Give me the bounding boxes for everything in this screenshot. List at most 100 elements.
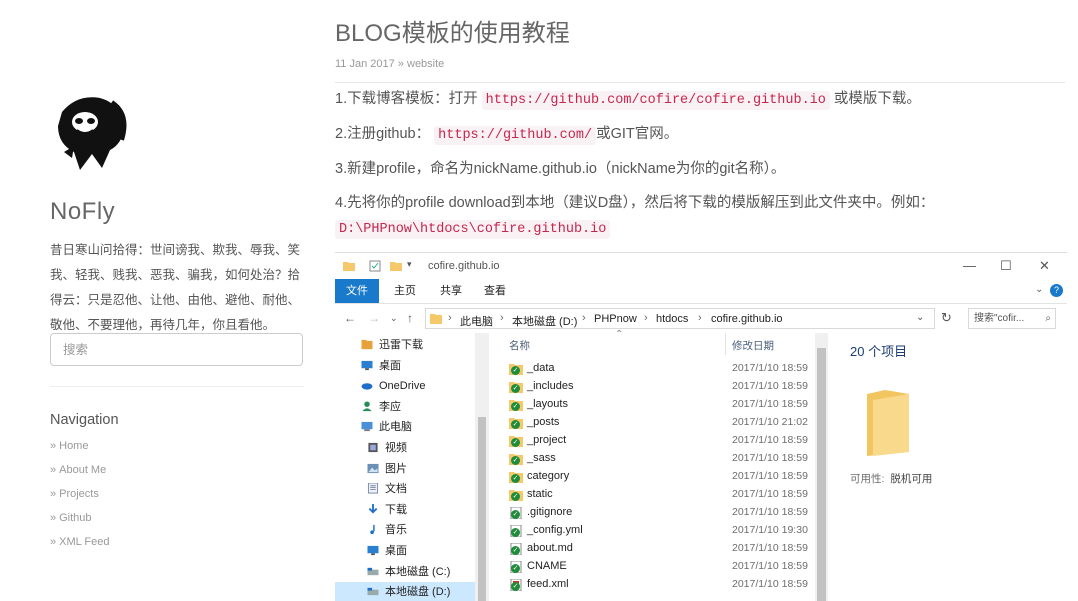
file-row[interactable]: ✓ static 2017/1/10 18:59 bbox=[503, 486, 823, 504]
column-date-modified[interactable]: 修改日期 bbox=[732, 338, 774, 353]
file-row[interactable]: ✓ category 2017/1/10 18:59 bbox=[503, 468, 823, 486]
file-date: 2017/1/10 18:59 bbox=[732, 578, 808, 590]
drive-icon bbox=[367, 588, 379, 596]
ribbon-tabs: 文件 主页 共享 查看 ⌄ ? bbox=[335, 279, 1067, 304]
sync-status-icon: ✓ bbox=[511, 420, 520, 429]
nav-pane-item[interactable]: 桌面 bbox=[335, 356, 485, 376]
breadcrumb-drive-d[interactable]: 本地磁盘 (D:) bbox=[512, 313, 577, 329]
nav-item-projects[interactable]: » Projects bbox=[50, 485, 109, 509]
paragraph-text: 2.注册github： bbox=[335, 126, 431, 142]
paragraph-1: 1.下载博客模板：打开 https://github.com/cofire/co… bbox=[335, 87, 965, 113]
nav-pane-item[interactable]: 文档 bbox=[335, 479, 485, 499]
close-button[interactable]: ✕ bbox=[1039, 258, 1050, 274]
thunder-folder-icon bbox=[361, 339, 373, 350]
nav-pane-item[interactable]: 本地磁盘 (D:) bbox=[335, 582, 485, 601]
code-local-path: D:\PHPnow\htdocs\cofire.github.io bbox=[335, 220, 611, 239]
quick-access-dropdown-icon[interactable]: ▾ bbox=[407, 259, 412, 270]
sync-status-icon: ✓ bbox=[511, 474, 520, 483]
nav-item-about[interactable]: » About Me bbox=[50, 461, 109, 485]
sync-status-icon: ✓ bbox=[511, 492, 520, 501]
availability-label: 可用性: bbox=[850, 473, 885, 485]
breadcrumb-htdocs[interactable]: htdocs bbox=[656, 313, 688, 325]
breadcrumb-separator-icon[interactable]: › bbox=[582, 312, 586, 324]
breadcrumb-separator-icon[interactable]: › bbox=[644, 312, 648, 324]
nav-pane-item[interactable]: 本地磁盘 (C:) bbox=[335, 562, 485, 582]
nav-item-home[interactable]: » Home bbox=[50, 437, 109, 461]
file-row[interactable]: ✓ _config.yml 2017/1/10 19:30 bbox=[503, 522, 823, 540]
forward-arrow-icon[interactable]: → bbox=[368, 311, 380, 325]
sync-status-icon: ✓ bbox=[511, 582, 520, 591]
nav-pane-item[interactable]: 下载 bbox=[335, 500, 485, 520]
new-folder-icon[interactable] bbox=[390, 260, 402, 272]
file-row[interactable]: ✓ _data 2017/1/10 18:59 bbox=[503, 360, 823, 378]
paragraph-4: 4.先将你的profile download到本地（建议D盘），然后将下载的模版… bbox=[335, 191, 965, 242]
maximize-button[interactable]: ☐ bbox=[1000, 258, 1012, 274]
breadcrumb-phpnow[interactable]: PHPnow bbox=[594, 313, 637, 325]
reaper-avatar-logo[interactable] bbox=[52, 92, 128, 172]
breadcrumb-this-pc[interactable]: 此电脑 bbox=[460, 313, 493, 329]
address-dropdown-icon[interactable]: ⌄ bbox=[916, 312, 924, 323]
paragraph-text: 4.先将你的profile download到本地（建议D盘），然后将下载的模版… bbox=[335, 195, 935, 211]
nav-pane-item[interactable]: 李应 bbox=[335, 397, 485, 417]
nav-pane-item[interactable]: 迅雷下载 bbox=[335, 335, 485, 355]
breadcrumb-separator-icon[interactable]: › bbox=[448, 312, 452, 324]
nav-pane-item[interactable]: 音乐 bbox=[335, 520, 485, 540]
code-github-url: https://github.com/ bbox=[434, 126, 597, 145]
file-row[interactable]: ✓ _sass 2017/1/10 18:59 bbox=[503, 450, 823, 468]
address-bar[interactable]: › 此电脑 › 本地磁盘 (D:) › PHPnow › htdocs › co… bbox=[425, 308, 935, 329]
up-arrow-icon[interactable]: ↑ bbox=[407, 311, 413, 325]
file-name: _data bbox=[527, 362, 555, 374]
nav-pane-item[interactable]: 视频 bbox=[335, 438, 485, 458]
file-row[interactable]: ✓ .gitignore 2017/1/10 18:59 bbox=[503, 504, 823, 522]
file-row[interactable]: ✓ _layouts 2017/1/10 18:59 bbox=[503, 396, 823, 414]
refresh-icon[interactable]: ↻ bbox=[941, 310, 952, 326]
tab-home[interactable]: 主页 bbox=[387, 279, 423, 303]
nav-pane-item[interactable]: 此电脑 bbox=[335, 417, 485, 437]
tab-view[interactable]: 查看 bbox=[477, 279, 513, 303]
nav-pane-item[interactable]: 桌面 bbox=[335, 541, 485, 561]
file-row[interactable]: ✓ _includes 2017/1/10 18:59 bbox=[503, 378, 823, 396]
file-row[interactable]: ✓ feed.xml 2017/1/10 18:59 bbox=[503, 576, 823, 594]
file-row[interactable]: ✓ about.md 2017/1/10 18:59 bbox=[503, 540, 823, 558]
file-row[interactable]: ✓ _project 2017/1/10 18:59 bbox=[503, 432, 823, 450]
nav-item-github[interactable]: » Github bbox=[50, 509, 109, 533]
nav-pane-scrollbar-thumb[interactable] bbox=[478, 417, 486, 601]
properties-icon[interactable] bbox=[369, 260, 381, 272]
file-list-scrollbar-thumb[interactable] bbox=[817, 348, 826, 601]
paragraph-text: 或GIT官网。 bbox=[596, 126, 679, 142]
nav-pane-item[interactable]: OneDrive bbox=[335, 376, 485, 396]
nav-arrow: » bbox=[50, 488, 57, 500]
breadcrumb-current-folder[interactable]: cofire.github.io bbox=[711, 313, 783, 325]
file-row[interactable]: ✓ CNAME 2017/1/10 18:59 bbox=[503, 558, 823, 576]
sync-status-icon: ✓ bbox=[511, 528, 520, 537]
site-name[interactable]: NoFly bbox=[50, 198, 115, 226]
nav-pane-item[interactable]: 图片 bbox=[335, 459, 485, 479]
column-divider[interactable] bbox=[725, 333, 726, 355]
post-category[interactable]: website bbox=[407, 58, 444, 70]
pictures-folder-icon bbox=[367, 463, 379, 473]
nav-item-xml-feed[interactable]: » XML Feed bbox=[50, 533, 109, 557]
navigation-pane: 迅雷下载 桌面 OneDrive 李应 此电脑 视频 图片 文档 下载 音乐 桌面 本地磁盘 (C:)… bbox=[335, 333, 490, 601]
file-date: 2017/1/10 21:02 bbox=[732, 416, 808, 428]
download-arrow-icon bbox=[368, 503, 378, 514]
paragraph-text: 1.下载博客模板：打开 bbox=[335, 91, 478, 107]
tab-share[interactable]: 共享 bbox=[433, 279, 469, 303]
explorer-search-input[interactable]: 搜索"cofir... ⌕ bbox=[968, 308, 1056, 329]
nav-pane-item-label: 迅雷下载 bbox=[379, 339, 423, 351]
breadcrumb-separator-icon[interactable]: › bbox=[500, 312, 504, 324]
file-row[interactable]: ✓ _posts 2017/1/10 21:02 bbox=[503, 414, 823, 432]
column-name[interactable]: 名称 bbox=[509, 338, 530, 353]
sync-status-icon: ✓ bbox=[511, 384, 520, 393]
nav-title: Navigation bbox=[50, 412, 119, 428]
help-icon[interactable]: ? bbox=[1050, 284, 1063, 297]
code-github-repo-url: https://github.com/cofire/cofire.github.… bbox=[481, 91, 830, 110]
nav-pane-item-label: 视频 bbox=[385, 442, 407, 454]
tab-file[interactable]: 文件 bbox=[335, 279, 379, 303]
minimize-button[interactable]: — bbox=[963, 258, 976, 273]
breadcrumb-separator-icon[interactable]: › bbox=[698, 312, 702, 324]
search-input[interactable] bbox=[50, 333, 303, 366]
ribbon-expand-icon[interactable]: ⌄ bbox=[1035, 284, 1043, 295]
recent-locations-icon[interactable]: ⌄ bbox=[390, 313, 398, 324]
back-arrow-icon[interactable]: ← bbox=[344, 311, 356, 325]
nav-arrow: » bbox=[50, 536, 57, 548]
